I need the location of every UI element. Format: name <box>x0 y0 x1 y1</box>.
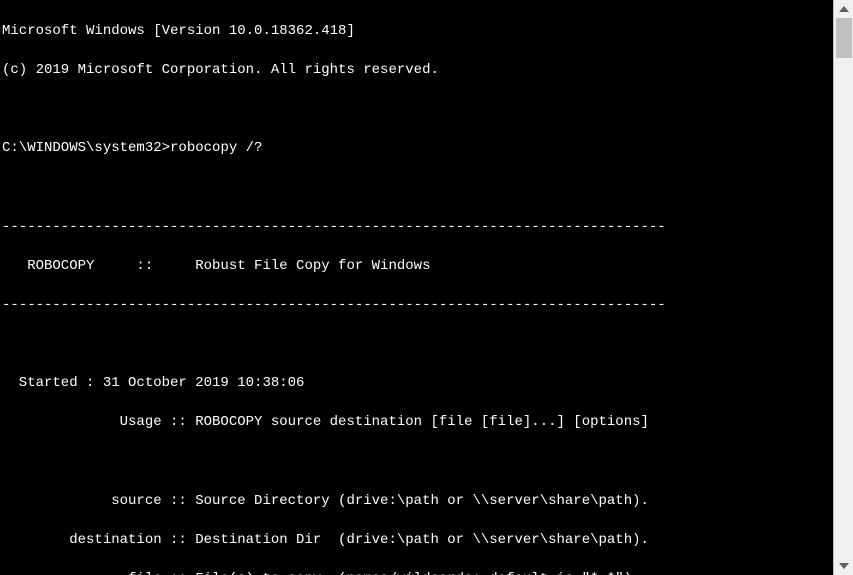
scroll-up-button[interactable] <box>834 0 853 18</box>
blank-line <box>2 335 833 355</box>
param-file: file :: File(s) to copy (names/wildcards… <box>2 570 833 575</box>
prompt-path: C:\WINDOWS\system32> <box>2 140 170 156</box>
vertical-scrollbar[interactable] <box>833 0 853 575</box>
scroll-down-button[interactable] <box>834 557 853 575</box>
usage-line: Usage :: ROBOCOPY source destination [fi… <box>2 413 833 433</box>
separator-line: ----------------------------------------… <box>2 218 833 238</box>
blank-line <box>2 100 833 120</box>
started-line: Started : 31 October 2019 10:38:06 <box>2 374 833 394</box>
copyright-line: (c) 2019 Microsoft Corporation. All righ… <box>2 61 833 81</box>
prompt-command: robocopy /? <box>170 140 262 156</box>
scroll-thumb[interactable] <box>836 18 852 58</box>
terminal-output: Microsoft Windows [Version 10.0.18362.41… <box>0 0 833 575</box>
param-source: source :: Source Directory (drive:\path … <box>2 492 833 512</box>
chevron-down-icon <box>839 563 849 569</box>
separator-line: ----------------------------------------… <box>2 296 833 316</box>
banner-line: ROBOCOPY :: Robust File Copy for Windows <box>2 257 833 277</box>
blank-line <box>2 178 833 198</box>
version-line: Microsoft Windows [Version 10.0.18362.41… <box>2 22 833 42</box>
param-destination: destination :: Destination Dir (drive:\p… <box>2 531 833 551</box>
chevron-up-icon <box>839 6 849 12</box>
prompt-line: C:\WINDOWS\system32>robocopy /? <box>2 139 833 159</box>
blank-line <box>2 453 833 473</box>
